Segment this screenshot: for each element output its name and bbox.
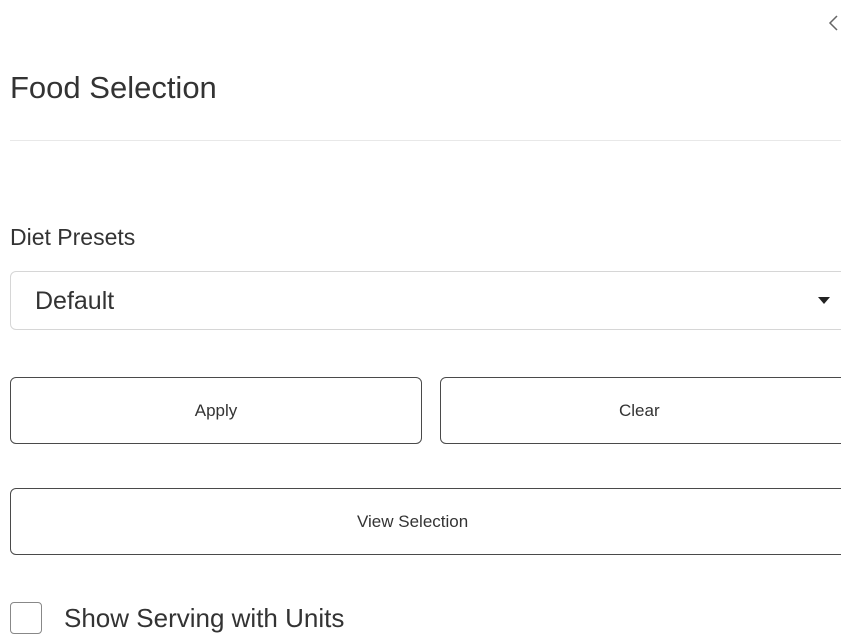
apply-button[interactable]: Apply [10, 377, 422, 444]
show-serving-units-option[interactable]: Show Serving with Units [10, 600, 344, 636]
title-divider [10, 140, 841, 141]
show-serving-units-label: Show Serving with Units [64, 603, 345, 633]
chevron-left-icon[interactable] [826, 10, 840, 36]
caret-down-icon [818, 297, 830, 304]
show-serving-units-checkbox[interactable] [10, 602, 42, 634]
food-selection-panel: Food Selection Diet Presets Default Appl… [0, 0, 841, 639]
diet-presets-select[interactable]: Default [10, 271, 841, 330]
view-selection-button[interactable]: View Selection [10, 488, 841, 555]
diet-presets-selected-value: Default [35, 287, 115, 315]
diet-presets-label: Diet Presets [10, 224, 136, 250]
panel-title: Food Selection [10, 70, 217, 105]
clear-button[interactable]: Clear [440, 377, 841, 444]
